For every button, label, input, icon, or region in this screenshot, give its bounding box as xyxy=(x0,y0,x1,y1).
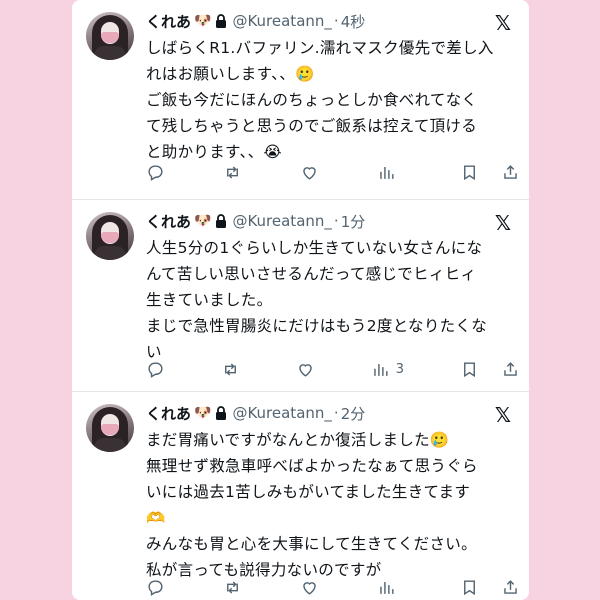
x-logo-icon: 𝕏 xyxy=(494,11,511,35)
retweet-icon xyxy=(227,580,238,594)
views-icon xyxy=(380,166,394,179)
like-icon xyxy=(303,581,316,595)
tweet-actions: 3 xyxy=(146,357,520,381)
display-name[interactable]: くれあ xyxy=(146,403,191,424)
tweet-text: 人生5分の1ぐらいしか生きていない女さんにな んて苦しい思いさせるんだって感じで… xyxy=(146,235,518,365)
bookmark-button[interactable] xyxy=(460,360,479,379)
share-icon xyxy=(504,579,517,594)
tweet-text-line: んて苦しい思いさせるんだって感じでヒィヒィ xyxy=(146,265,477,283)
tweet-3[interactable]: くれあ 🐶 @Kureatann_ · 2分 𝕏 まだ胃痛いですがなんとか復活し… xyxy=(72,391,529,600)
share-button[interactable] xyxy=(501,360,520,379)
share-button[interactable] xyxy=(501,163,520,182)
tweet-header: くれあ 🐶 @Kureatann_ · 1分 𝕏 xyxy=(146,210,517,235)
tweet-text-line: れはお願いします、、🥲 xyxy=(146,65,315,83)
bookmark-share-group xyxy=(460,360,520,379)
tweet-text-line: まだ胃痛いですがなんとか復活しました🥲 xyxy=(146,431,450,449)
tweet-text-line: 無理せず救急車呼べばよかったなぁて思うぐら xyxy=(146,457,478,475)
separator-dot: · xyxy=(333,212,339,230)
tweet-actions xyxy=(146,575,520,599)
views-icon xyxy=(380,581,394,594)
reply-icon xyxy=(148,579,163,596)
bookmark-share-group xyxy=(460,578,520,597)
bookmark-share-group xyxy=(460,163,520,182)
user-handle[interactable]: @Kureatann_ xyxy=(232,404,331,422)
tweet-actions xyxy=(146,160,520,184)
views-button[interactable] xyxy=(377,578,402,597)
tweet-text: まだ胃痛いですがなんとか復活しました🥲 無理せず救急車呼べばよかったなぁて思うぐ… xyxy=(146,427,518,583)
tweet-header: くれあ 🐶 @Kureatann_ · 2分 𝕏 xyxy=(146,402,517,427)
views-count: 3 xyxy=(395,361,405,377)
tweet-header: くれあ 🐶 @Kureatann_ · 4秒 𝕏 xyxy=(146,10,517,35)
retweet-button[interactable] xyxy=(223,163,242,182)
lock-icon xyxy=(215,14,227,28)
bookmark-button[interactable] xyxy=(460,163,479,182)
timestamp[interactable]: 2分 xyxy=(341,403,366,424)
lock-icon xyxy=(215,214,227,228)
separator-dot: · xyxy=(333,404,339,422)
reply-button[interactable] xyxy=(146,360,165,379)
retweet-icon xyxy=(224,362,236,376)
bookmark-icon xyxy=(464,579,475,595)
reply-button[interactable] xyxy=(146,578,165,597)
lock-icon xyxy=(215,406,227,420)
views-icon xyxy=(374,363,388,376)
reply-icon xyxy=(148,164,163,181)
retweet-icon xyxy=(227,165,238,179)
reply-icon xyxy=(148,361,163,378)
like-button[interactable] xyxy=(300,163,319,182)
user-handle[interactable]: @Kureatann_ xyxy=(232,12,331,30)
timestamp[interactable]: 1分 xyxy=(341,211,366,232)
avatar[interactable] xyxy=(86,12,134,60)
like-icon xyxy=(303,166,316,180)
tweet-text-line: みんなも胃と心を大事にして生きてください。 xyxy=(146,535,477,553)
avatar[interactable] xyxy=(86,212,134,260)
x-logo-icon: 𝕏 xyxy=(494,211,511,235)
dog-emoji: 🐶 xyxy=(194,213,212,229)
tweet-text-line: ご飯も今だにほんのちょっとしか食べれてなく xyxy=(146,91,478,109)
bookmark-icon xyxy=(464,361,475,377)
dog-emoji: 🐶 xyxy=(194,405,212,421)
share-button[interactable] xyxy=(501,578,520,597)
tweet-text-line: まじで急性胃腸炎にだけはもう2度となりたくな xyxy=(146,317,488,335)
timeline-panel: くれあ 🐶 @Kureatann_ · 4秒 𝕏 しばらくR1.バファリン.濡れ… xyxy=(72,0,529,600)
tweet-text-line: しばらくR1.バファリン.濡れマスク優先で差し入 xyxy=(146,39,494,57)
share-icon xyxy=(504,164,517,179)
timestamp[interactable]: 4秒 xyxy=(341,11,366,32)
dog-emoji: 🐶 xyxy=(194,13,212,29)
retweet-button[interactable] xyxy=(223,578,242,597)
tweet-text-line: いには過去1苦しみもがいてました生きてます xyxy=(146,483,471,501)
tweet-2[interactable]: くれあ 🐶 @Kureatann_ · 1分 𝕏 人生5分の1ぐらいしか生きてい… xyxy=(72,199,529,392)
like-icon xyxy=(299,363,312,377)
like-button[interactable] xyxy=(296,360,315,379)
tweet-text-line: 生きていました。 xyxy=(146,291,273,309)
bookmark-icon xyxy=(464,164,475,180)
views-button[interactable] xyxy=(377,163,402,182)
display-name[interactable]: くれあ xyxy=(146,211,191,232)
reply-button[interactable] xyxy=(146,163,165,182)
like-button[interactable] xyxy=(300,578,319,597)
retweet-button[interactable] xyxy=(221,360,240,379)
tweet-text-line: 🫶 xyxy=(146,509,166,527)
tweet-text: しばらくR1.バファリン.濡れマスク優先で差し入 れはお願いします、、🥲 ご飯も… xyxy=(146,35,518,165)
display-name[interactable]: くれあ xyxy=(146,11,191,32)
tweet-text-line: 人生5分の1ぐらいしか生きていない女さんにな xyxy=(146,239,483,257)
share-icon xyxy=(504,361,517,376)
user-handle[interactable]: @Kureatann_ xyxy=(232,212,331,230)
views-button[interactable]: 3 xyxy=(371,360,404,379)
tweet-text-line: て残しちゃうと思うのでご飯系は控えて頂ける xyxy=(146,117,478,135)
separator-dot: · xyxy=(333,12,339,30)
avatar[interactable] xyxy=(86,404,134,452)
tweet-1[interactable]: くれあ 🐶 @Kureatann_ · 4秒 𝕏 しばらくR1.バファリン.濡れ… xyxy=(72,0,529,199)
x-logo-icon: 𝕏 xyxy=(494,403,511,427)
bookmark-button[interactable] xyxy=(460,578,479,597)
screenshot-stage: くれあ 🐶 @Kureatann_ · 4秒 𝕏 しばらくR1.バファリン.濡れ… xyxy=(0,0,600,600)
